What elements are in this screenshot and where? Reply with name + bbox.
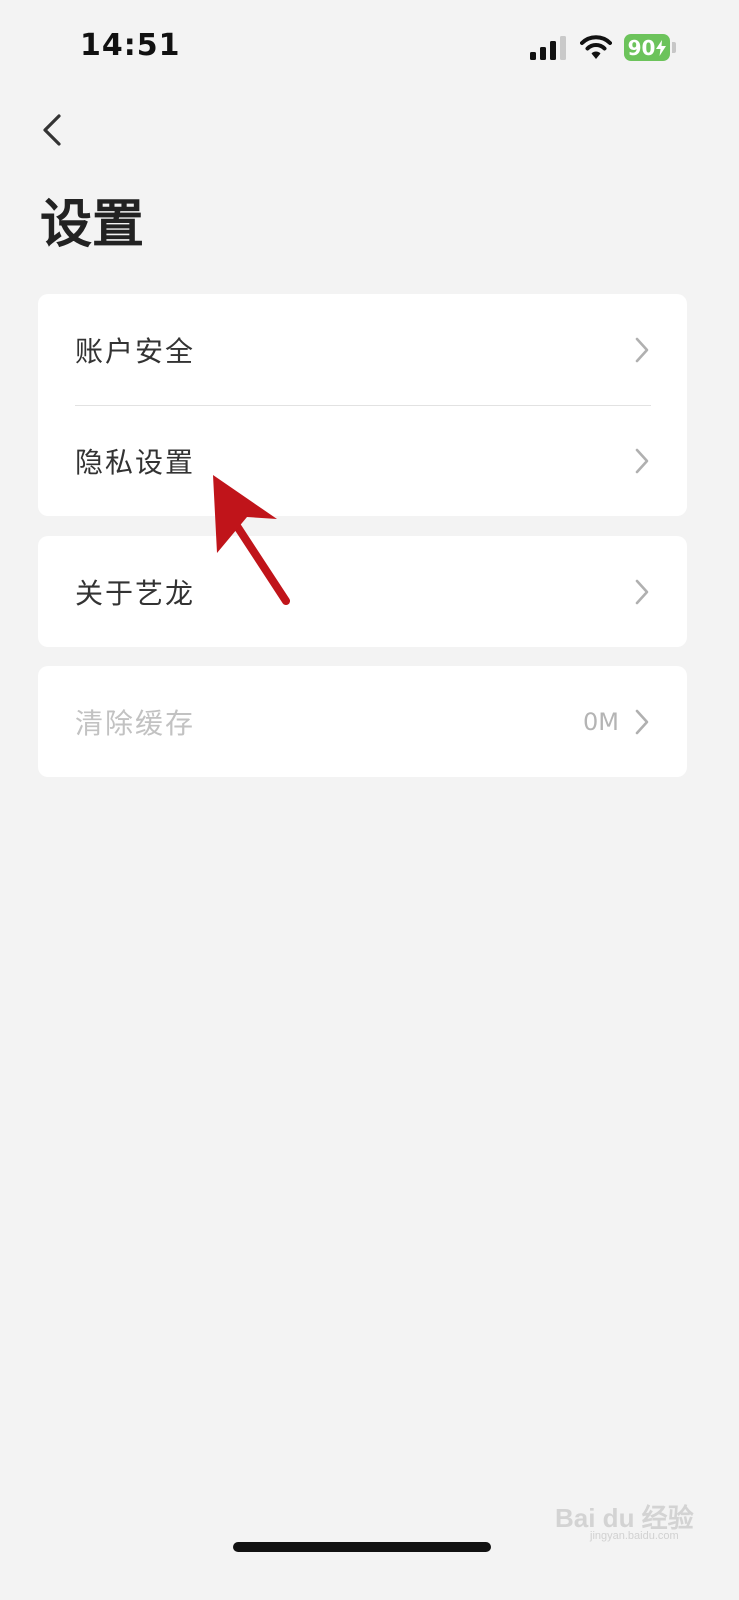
chevron-right-icon xyxy=(635,448,649,473)
settings-group-about: 关于艺龙 xyxy=(38,536,687,647)
setting-item-label: 账户安全 xyxy=(75,334,196,368)
battery-level: 90 xyxy=(627,35,656,60)
setting-item-account-security[interactable]: 账户安全 xyxy=(38,294,687,405)
setting-item-clear-cache[interactable]: 清除缓存 0M xyxy=(38,666,687,777)
chevron-right-icon xyxy=(635,579,649,604)
status-bar: 14:51 90 xyxy=(0,0,739,100)
battery-cap xyxy=(672,42,676,53)
setting-item-privacy[interactable]: 隐私设置 xyxy=(38,405,687,516)
page-title: 设置 xyxy=(40,195,145,255)
setting-item-label: 清除缓存 xyxy=(75,706,196,740)
battery-indicator: 90 xyxy=(624,34,670,61)
status-time: 14:51 xyxy=(80,28,181,63)
chevron-right-icon xyxy=(635,337,649,362)
chevron-right-icon xyxy=(635,709,649,734)
setting-item-label: 隐私设置 xyxy=(75,445,196,479)
annotation-arrow-icon xyxy=(213,475,290,605)
watermark-domain: jingyan.baidu.com xyxy=(590,1530,679,1542)
back-button[interactable] xyxy=(34,104,78,154)
cache-size-value: 0M xyxy=(583,707,619,736)
charging-bolt-icon xyxy=(656,39,667,56)
setting-item-about[interactable]: 关于艺龙 xyxy=(38,536,687,647)
home-indicator[interactable] xyxy=(233,1542,491,1552)
setting-item-label: 关于艺龙 xyxy=(75,576,196,610)
settings-group-account: 账户安全 隐私设置 xyxy=(38,294,687,516)
wifi-icon xyxy=(580,35,612,59)
cellular-signal-icon xyxy=(530,36,566,60)
chevron-left-icon xyxy=(43,114,61,146)
settings-group-cache: 清除缓存 0M xyxy=(38,666,687,777)
